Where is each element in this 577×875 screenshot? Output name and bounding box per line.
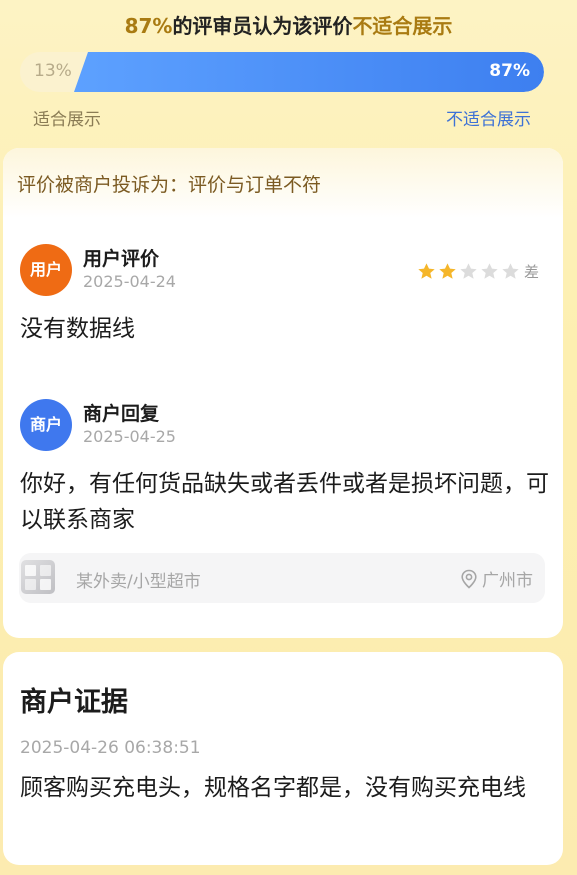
evidence-time: 2025-04-26 06:38:51 [20, 738, 201, 758]
merchant-reply-header: 商户 商户回复 2025-04-25 [20, 399, 550, 451]
verdict-result: 不适合展示 [352, 14, 453, 38]
merchant-avatar: 商户 [20, 399, 72, 451]
unsuitable-percent: 87% [489, 61, 530, 81]
evidence-card: 商户证据 2025-04-26 06:38:51 顾客购买充电头，规格名字都是，… [3, 652, 563, 865]
merchant-reply-date: 2025-04-25 [83, 427, 176, 446]
user-review-content: 没有数据线 [20, 316, 135, 342]
evidence-title: 商户证据 [20, 687, 128, 718]
suitable-percent: 13% [34, 61, 72, 81]
suitable-label: 适合展示 [33, 110, 101, 130]
unsuitable-label: 不适合展示 [446, 110, 531, 130]
vote-labels: 适合展示 不适合展示 [0, 105, 577, 130]
store-info-bar[interactable]: 某外卖/小型超市 广州市 [19, 553, 545, 603]
user-review-title: 用户评价 [83, 248, 160, 270]
store-location: 广州市 [460, 566, 533, 591]
user-review-date: 2025-04-24 [83, 272, 176, 291]
rating-label: 差 [523, 262, 539, 281]
verdict-percent: 87% [124, 14, 173, 38]
complaint-banner: 评价被商户投诉为：评价与订单不符 [3, 148, 563, 218]
star-empty-icon [481, 262, 498, 279]
user-avatar: 用户 [20, 244, 72, 296]
store-thumbnail [21, 560, 55, 594]
store-city: 广州市 [482, 571, 533, 591]
vote-progress-bar: 13% 87% [20, 52, 544, 92]
verdict-middle-text: 的评审员认为该评价 [172, 14, 353, 38]
star-empty-icon [460, 262, 477, 279]
star-empty-icon [502, 262, 519, 279]
store-name: 某外卖/小型超市 [76, 572, 201, 592]
evidence-content: 顾客购买充电头，规格名字都是，没有购买充电线 [20, 775, 526, 801]
merchant-reply-content: 你好，有任何货品缺失或者丢件或者是损坏问题，可以联系商家 [20, 471, 549, 533]
unsuitable-fill [74, 52, 544, 92]
star-rating: 差 [417, 260, 539, 282]
merchant-reply-title: 商户回复 [83, 403, 160, 425]
star-filled-icon [439, 262, 456, 279]
location-pin-icon [461, 569, 477, 589]
star-filled-icon [418, 262, 435, 279]
verdict-headline: 87%的评审员认为该评价不适合展示 [0, 10, 577, 39]
review-card: 评价被商户投诉为：评价与订单不符 用户 用户评价 2025-04-24 差 没有… [3, 148, 563, 638]
